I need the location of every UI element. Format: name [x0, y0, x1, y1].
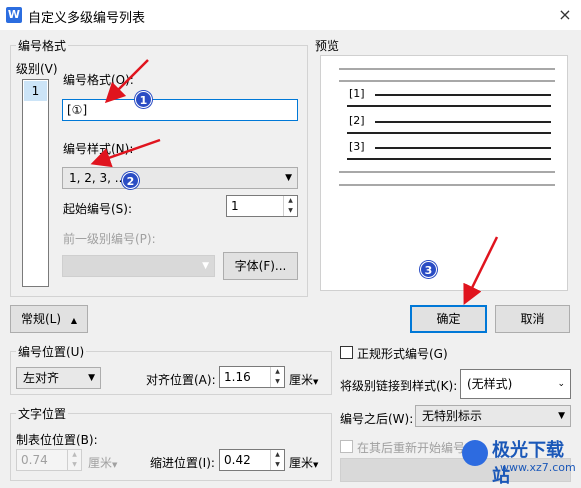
align-pos-input[interactable]: 1.16 ▲ ▼	[219, 366, 285, 388]
align-pos-label: 对齐位置(A):	[146, 373, 216, 387]
align-unit-select[interactable]: 厘米▼	[289, 371, 318, 388]
legal-format-label[interactable]: 正规形式编号(G)	[357, 345, 448, 362]
link-style-label: 将级别链接到样式(K):	[340, 379, 458, 393]
align-pos-stepper[interactable]: ▲ ▼	[270, 367, 284, 387]
cancel-button[interactable]: 取消	[495, 305, 570, 333]
indent-unit-value: 厘米	[289, 456, 314, 470]
chevron-down-icon: ▼	[313, 378, 319, 386]
align-select-value: 左对齐	[23, 371, 60, 385]
chevron-down-icon: ⌄	[557, 379, 565, 389]
watermark-url: www.xz7.com	[500, 461, 576, 474]
spin-down-icon[interactable]: ▼	[271, 377, 284, 387]
link-style-value: (无样式)	[467, 377, 513, 391]
chevron-down-icon: ▼	[558, 411, 565, 421]
align-unit-value: 厘米	[289, 373, 314, 387]
tab-pos-value: 0.74	[21, 453, 48, 467]
tab-unit-select: 厘米▼	[88, 454, 117, 471]
ok-button[interactable]: 确定	[410, 305, 487, 333]
chevron-down-icon: ▼	[88, 373, 95, 383]
chevron-down-icon: ▼	[313, 461, 319, 469]
indent-pos-input[interactable]: 0.42 ▲ ▼	[219, 449, 285, 471]
watermark-logo-icon	[462, 440, 488, 466]
after-number-value: 无特别标示	[422, 409, 483, 423]
after-number-select[interactable]: 无特别标示 ▼	[415, 405, 571, 427]
indent-pos-stepper[interactable]: ▲ ▼	[270, 450, 284, 470]
normal-button[interactable]: 常规(L) ▲	[10, 305, 88, 333]
number-position-label: 编号位置(U)	[16, 343, 87, 360]
normal-button-label: 常规(L)	[20, 312, 62, 326]
align-select[interactable]: 左对齐 ▼	[16, 367, 101, 389]
spin-down-icon[interactable]: ▼	[271, 460, 284, 470]
link-style-select[interactable]: (无样式) ⌄	[460, 369, 571, 399]
restart-label: 在其后重新开始编号	[357, 441, 466, 455]
align-pos-value: 1.16	[224, 370, 251, 384]
chevron-up-icon: ▲	[70, 316, 78, 325]
tab-pos-label: 制表位位置(B):	[16, 433, 98, 447]
restart-checkbox	[340, 440, 353, 453]
tab-pos-input: 0.74 ▲ ▼	[16, 449, 82, 471]
spin-down-icon: ▼	[72, 461, 77, 468]
tab-pos-stepper: ▲ ▼	[67, 450, 81, 470]
chevron-down-icon: ▼	[112, 461, 118, 469]
indent-pos-value: 0.42	[224, 453, 251, 467]
text-position-label: 文字位置	[16, 405, 69, 422]
after-number-label: 编号之后(W):	[340, 412, 414, 426]
legal-format-checkbox[interactable]	[340, 346, 353, 359]
indent-unit-select[interactable]: 厘米▼	[289, 454, 318, 471]
spin-up-icon[interactable]: ▲	[271, 367, 284, 377]
spin-up-icon[interactable]: ▲	[271, 450, 284, 460]
indent-pos-label: 缩进位置(I):	[150, 456, 215, 470]
tab-unit-value: 厘米	[88, 456, 113, 470]
spin-up-icon: ▲	[72, 451, 77, 458]
